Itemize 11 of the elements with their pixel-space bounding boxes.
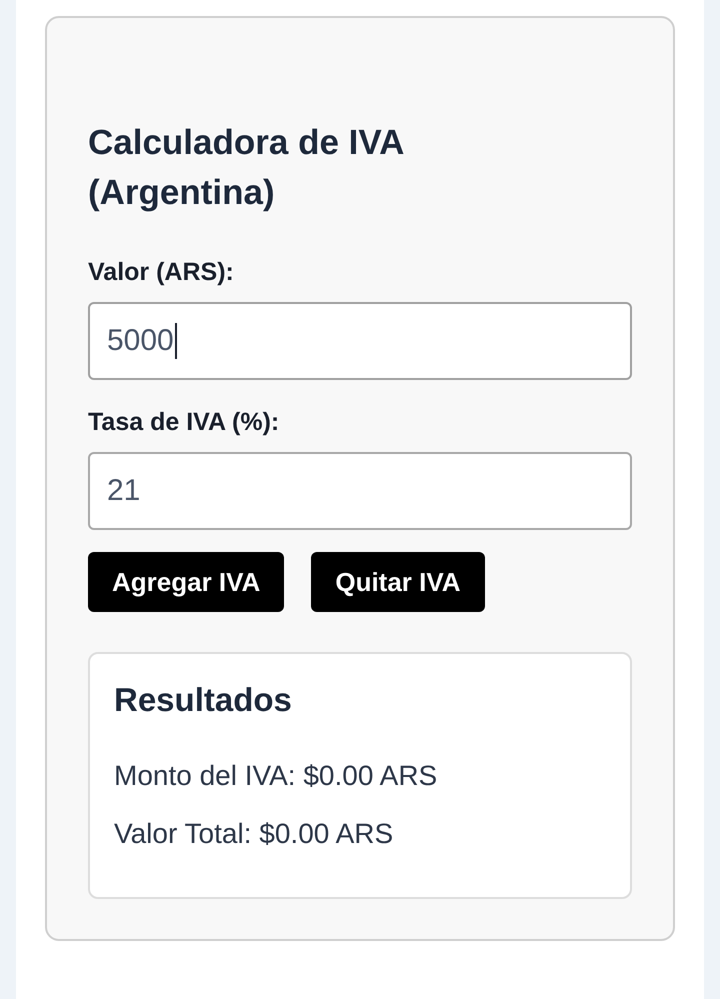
- results-title: Resultados: [114, 680, 292, 720]
- number-input[interactable]: 5000: [88, 302, 632, 380]
- result-line: Valor Total: $0.00 ARS: [114, 817, 394, 851]
- result-line: Monto del IVA: $0.00 ARS: [114, 759, 438, 793]
- number-input[interactable]: 21: [88, 452, 632, 530]
- text-cursor: [174, 323, 177, 359]
- action-button[interactable]: Quitar IVA: [311, 552, 485, 612]
- field-label: Tasa de IVA (%):: [88, 407, 280, 438]
- calculator-title: Calculadora de IVA (Argentina): [88, 122, 404, 214]
- action-button[interactable]: Agregar IVA: [88, 552, 284, 612]
- field-label: Valor (ARS):: [88, 257, 234, 288]
